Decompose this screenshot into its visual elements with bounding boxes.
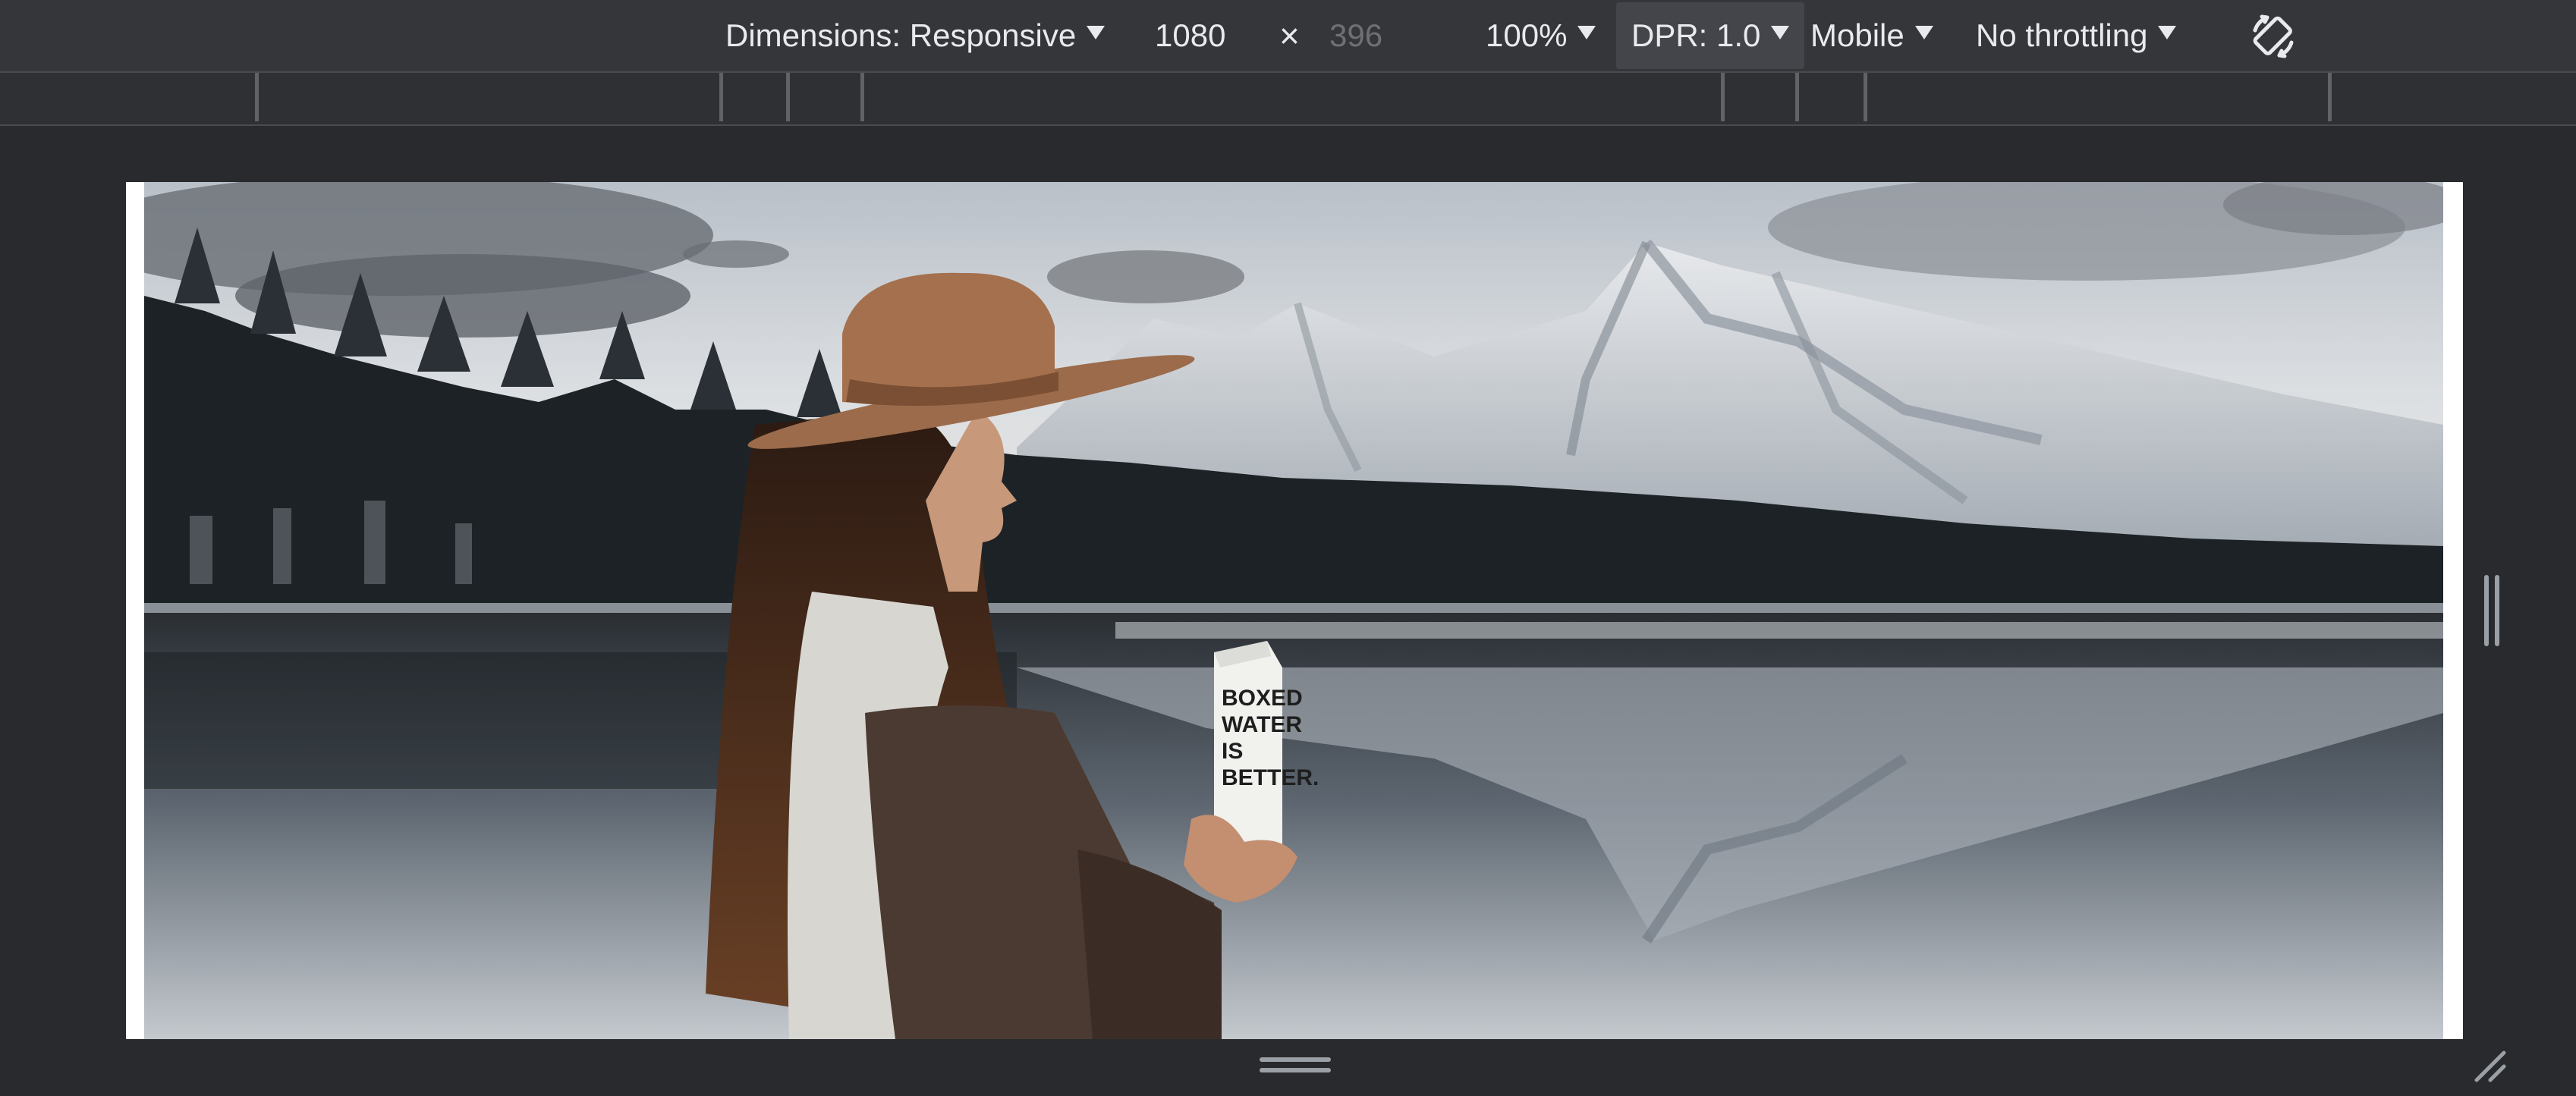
landscape-photo: BOXED WATER IS BETTER. — [144, 182, 2443, 1039]
right-resize-handle[interactable] — [2483, 575, 2502, 646]
media-query-bar[interactable] — [0, 73, 2576, 126]
dimension-separator: × — [1279, 0, 1300, 71]
height-input[interactable]: 396 — [1329, 0, 1382, 71]
handle-grip-line — [1260, 1068, 1331, 1072]
times-icon: × — [1279, 16, 1300, 55]
breakpoint-marker[interactable] — [719, 73, 723, 121]
breakpoint-marker[interactable] — [860, 73, 864, 121]
throttling-label: No throttling — [1976, 17, 2148, 53]
dpr-label: DPR: 1.0 — [1631, 17, 1761, 53]
chevron-down-icon — [1914, 26, 1933, 39]
throttling-dropdown[interactable]: No throttling — [1976, 0, 2177, 71]
breakpoint-marker[interactable] — [1864, 73, 1867, 121]
chevron-down-icon — [1087, 26, 1106, 39]
rotate-icon[interactable] — [2247, 11, 2299, 62]
breakpoint-marker[interactable] — [2328, 73, 2332, 121]
carton-line-3: IS — [1222, 739, 1243, 764]
width-input[interactable]: 1080 — [1155, 0, 1225, 71]
handle-grip-line — [2484, 575, 2489, 646]
breakpoint-marker[interactable] — [1721, 73, 1725, 121]
handle-grip-line — [1260, 1057, 1331, 1062]
chevron-down-icon — [1577, 26, 1596, 39]
breakpoint-marker[interactable] — [786, 73, 790, 121]
dimensions-label: Dimensions: Responsive — [725, 17, 1077, 53]
zoom-dropdown[interactable]: 100% — [1486, 0, 1596, 71]
breakpoint-marker[interactable] — [1795, 73, 1799, 121]
hero-image: BOXED WATER IS BETTER. — [144, 182, 2443, 1039]
carton-line-4: BETTER. — [1222, 765, 1319, 790]
height-placeholder: 396 — [1329, 17, 1383, 53]
dpr-dropdown[interactable]: DPR: 1.0 — [1616, 2, 1805, 69]
carton-line-2: WATER — [1222, 712, 1302, 737]
device-toolbar: Dimensions: Responsive 1080 × 396 100% D… — [0, 0, 2576, 73]
chevron-down-icon — [1771, 26, 1790, 39]
device-type-dropdown[interactable]: Mobile — [1810, 0, 1933, 71]
device-viewport: BOXED WATER IS BETTER. — [126, 182, 2463, 1039]
zoom-label: 100% — [1486, 17, 1568, 53]
corner-resize-icon[interactable] — [2471, 1047, 2508, 1085]
width-value: 1080 — [1155, 17, 1226, 53]
dimensions-dropdown[interactable]: Dimensions: Responsive — [725, 0, 1106, 71]
chevron-down-icon — [2158, 26, 2177, 39]
device-type-label: Mobile — [1810, 17, 1904, 53]
bottom-resize-handle[interactable] — [1260, 1056, 1331, 1076]
breakpoint-marker[interactable] — [255, 73, 259, 121]
handle-grip-line — [2495, 575, 2499, 646]
carton-line-1: BOXED — [1222, 686, 1303, 711]
